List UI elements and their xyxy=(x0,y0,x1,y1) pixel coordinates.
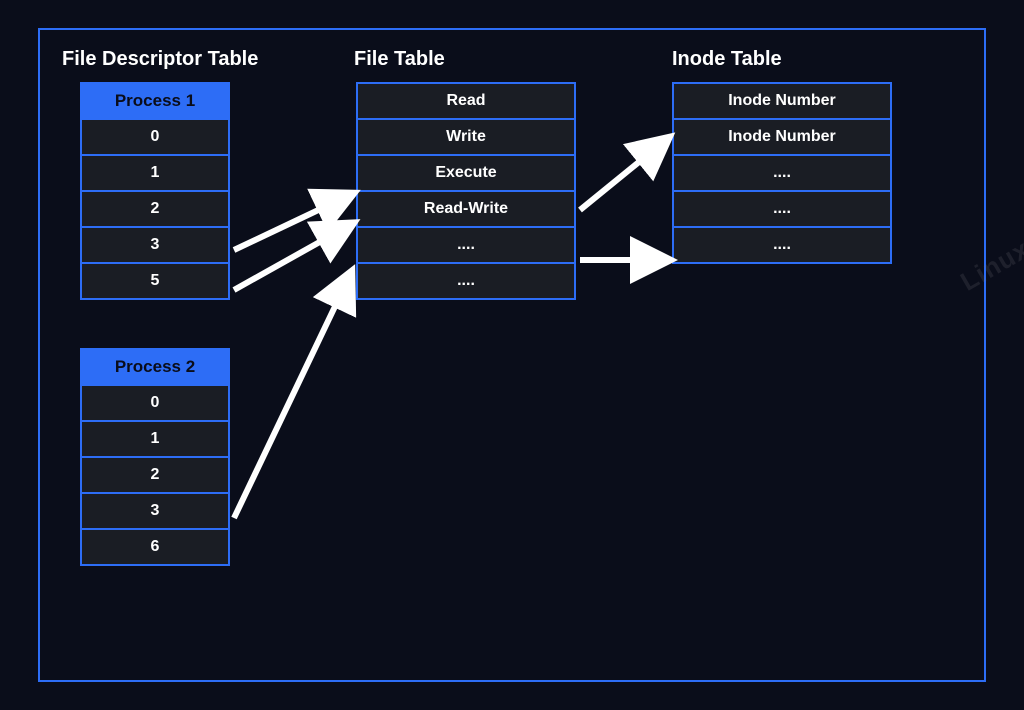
table-row: 0 xyxy=(82,386,228,422)
table-row: 5 xyxy=(82,264,228,298)
table-row: 1 xyxy=(82,422,228,458)
table-row: 6 xyxy=(82,530,228,564)
table-row: Inode Number xyxy=(674,84,890,120)
table-row: 2 xyxy=(82,192,228,228)
table-row: 0 xyxy=(82,120,228,156)
process-1-header: Process 1 xyxy=(82,84,228,120)
table-row: .... xyxy=(674,228,890,262)
table-row: 3 xyxy=(82,228,228,264)
fd-table-title: File Descriptor Table xyxy=(62,48,258,71)
process-2-header: Process 2 xyxy=(82,350,228,386)
table-row: Read-Write xyxy=(358,192,574,228)
file-table-title: File Table xyxy=(354,48,445,71)
table-row: Inode Number xyxy=(674,120,890,156)
table-row: .... xyxy=(674,156,890,192)
process-1-table: Process 1 0 1 2 3 5 xyxy=(80,82,230,300)
table-row: .... xyxy=(674,192,890,228)
inode-table: Inode Number Inode Number .... .... .... xyxy=(672,82,892,264)
table-row: 3 xyxy=(82,494,228,530)
table-row: Read xyxy=(358,84,574,120)
table-row: 1 xyxy=(82,156,228,192)
table-row: .... xyxy=(358,264,574,298)
process-2-table: Process 2 0 1 2 3 6 xyxy=(80,348,230,566)
table-row: Write xyxy=(358,120,574,156)
file-table: Read Write Execute Read-Write .... .... xyxy=(356,82,576,300)
table-row: Execute xyxy=(358,156,574,192)
inode-table-title: Inode Table xyxy=(672,48,782,71)
table-row: .... xyxy=(358,228,574,264)
table-row: 2 xyxy=(82,458,228,494)
